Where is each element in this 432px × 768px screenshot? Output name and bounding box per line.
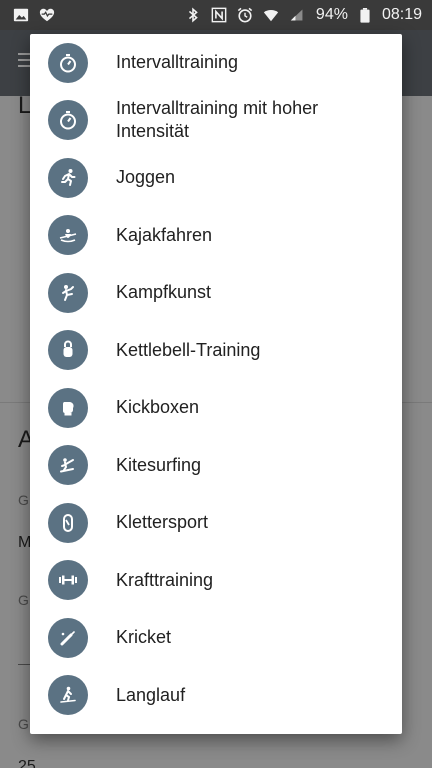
wifi-icon	[262, 6, 280, 24]
image-icon	[12, 6, 30, 24]
nfc-icon	[210, 6, 228, 24]
status-bar: 94% 08:19	[0, 0, 432, 30]
list-item-kricket[interactable]: Kricket	[30, 609, 402, 666]
heart-pulse-icon	[38, 6, 56, 24]
kettlebell-icon	[48, 330, 88, 370]
list-item-label: Intervalltraining	[116, 52, 239, 72]
list-item-klettersport[interactable]: Klettersport	[30, 494, 402, 551]
battery-percent: 94%	[315, 6, 348, 23]
signal-icon	[288, 6, 306, 24]
background-field-value: 25	[18, 758, 36, 768]
list-item-langlauf[interactable]: Langlauf	[30, 666, 402, 724]
list-item-kettlebell[interactable]: Kettlebell-Training	[30, 321, 402, 379]
background-field-label: G	[18, 592, 29, 608]
cricket-bat-icon	[48, 617, 88, 658]
background-field-label: G	[18, 492, 29, 508]
list-item-label: Kampfkunst	[116, 282, 212, 302]
list-item-label: Joggen	[116, 167, 176, 187]
list-item-label: Kitesurfing	[116, 454, 202, 475]
list-item-label: Intervalltraining mit hoher Intensität	[116, 98, 319, 141]
stopwatch-icon	[48, 42, 88, 83]
list-item-label: Kajakfahren	[116, 224, 213, 245]
background-field-label: G	[18, 716, 29, 732]
list-item-kampfkunst[interactable]: Kampfkunst	[30, 264, 402, 321]
kayak-icon	[48, 215, 88, 255]
list-item-intervalltraining[interactable]: Intervalltraining	[30, 34, 402, 91]
martial-arts-icon	[48, 272, 88, 313]
dumbbell-icon	[48, 560, 88, 600]
list-item-label: Kickboxen	[116, 397, 200, 417]
list-item-hiit[interactable]: Intervalltraining mit hoher Intensität	[30, 91, 402, 149]
list-item-joggen[interactable]: Joggen	[30, 149, 402, 206]
status-right: 94% 08:19	[184, 6, 422, 24]
climbing-carabiner-icon	[48, 502, 88, 543]
clock-time: 08:19	[381, 6, 422, 23]
list-item-label: Langlauf	[116, 684, 186, 705]
list-item-kajakfahren[interactable]: Kajakfahren	[30, 206, 402, 264]
activity-picker-dialog: Intervalltraining Intervalltraining mit …	[30, 34, 402, 734]
cross-country-ski-icon	[48, 675, 88, 715]
list-item-label: Kettlebell-Training	[116, 339, 261, 360]
screen: 94% 08:19 L A G M G G 25 Intervalltraini…	[0, 0, 432, 768]
battery-icon	[356, 6, 374, 24]
alarm-icon	[236, 6, 254, 24]
running-icon	[48, 157, 88, 198]
list-item-label: Kricket	[116, 627, 172, 647]
boxing-glove-icon	[48, 387, 88, 428]
list-item-kitesurfing[interactable]: Kitesurfing	[30, 436, 402, 494]
status-left	[12, 6, 56, 24]
list-item-krafttraining[interactable]: Krafttraining	[30, 551, 402, 609]
stopwatch-icon	[48, 100, 88, 140]
kitesurf-icon	[48, 445, 88, 485]
list-item-label: Klettersport	[116, 512, 209, 532]
list-item-kickboxen[interactable]: Kickboxen	[30, 379, 402, 436]
bluetooth-icon	[184, 6, 202, 24]
list-item-label: Krafttraining	[116, 569, 214, 590]
